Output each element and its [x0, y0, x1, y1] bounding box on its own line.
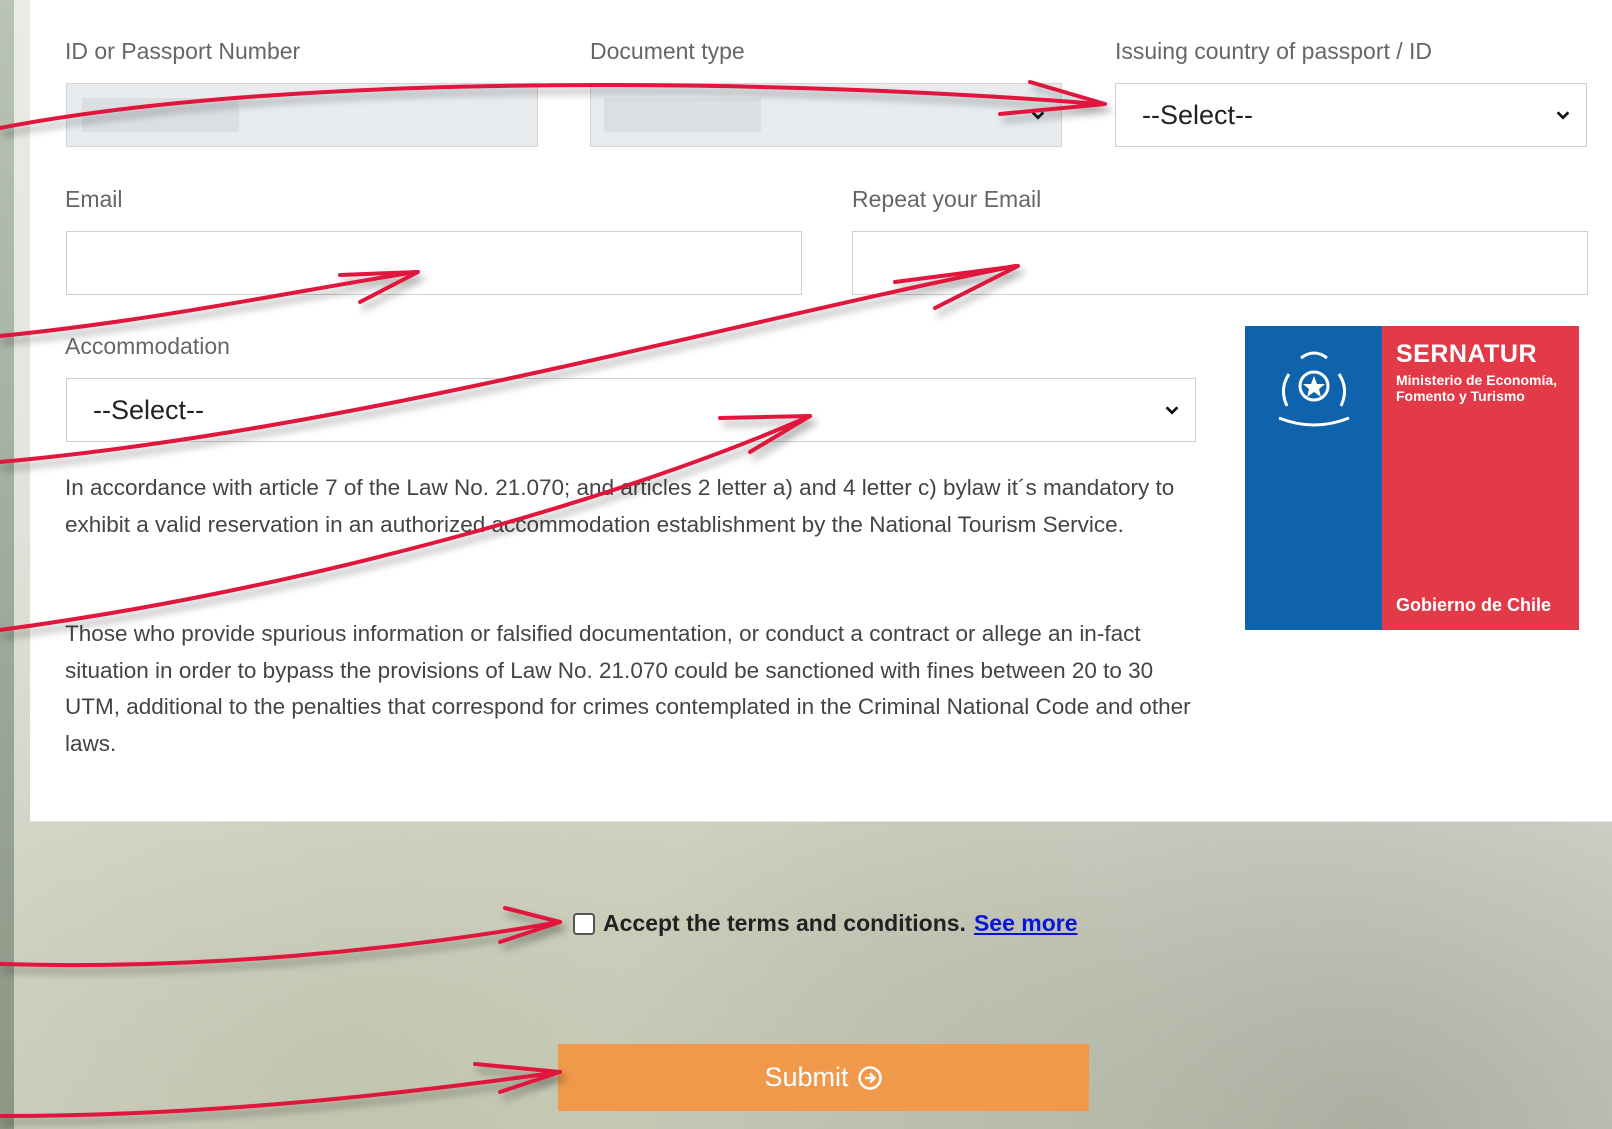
arrow-to-checkbox: [0, 920, 562, 968]
arrow-to-submit: [0, 1070, 562, 1118]
coat-of-arms-icon: [1278, 351, 1350, 427]
document-type-label: Document type: [590, 38, 745, 64]
repeat-email-label: Repeat your Email: [852, 186, 1042, 212]
id-number-input[interactable]: [66, 83, 538, 147]
email-label: Email: [65, 186, 123, 212]
see-more-link[interactable]: See more: [974, 910, 1078, 937]
legal-paragraph-2: Those who provide spurious information o…: [65, 621, 1191, 756]
repeat-email-input[interactable]: [852, 231, 1588, 295]
terms-checkbox[interactable]: [573, 912, 595, 935]
redacted-value: [604, 98, 761, 132]
submit-button[interactable]: Submit: [558, 1044, 1089, 1111]
legal-paragraph-1: In accordance with article 7 of the Law …: [65, 475, 1175, 537]
background-edge: [0, 0, 14, 1129]
document-type-select[interactable]: [590, 83, 1062, 147]
logo-footer: Gobierno de Chile: [1396, 595, 1552, 615]
terms-text: Accept the terms and conditions.: [603, 910, 966, 936]
logo-blue-panel: [1245, 326, 1382, 630]
chevron-down-icon: [1165, 406, 1179, 415]
terms-row: Accept the terms and conditions. See mor…: [573, 910, 1078, 937]
logo-subtitle: Ministerio de Economía, Fomento y Turism…: [1396, 372, 1558, 404]
accommodation-label: Accommodation: [65, 333, 230, 359]
accommodation-select[interactable]: --Select--: [66, 378, 1196, 442]
arrow-right-circle-icon: [857, 1065, 882, 1090]
email-input[interactable]: [66, 231, 802, 295]
chevron-down-icon: [1556, 111, 1570, 120]
redacted-value: [82, 98, 239, 132]
logo-red-panel: SERNATUR Ministerio de Economía, Fomento…: [1382, 326, 1579, 630]
issuing-country-label: Issuing country of passport / ID: [1115, 38, 1433, 64]
submit-label: Submit: [764, 1062, 849, 1092]
issuing-country-value: --Select--: [1142, 99, 1254, 130]
id-number-label: ID or Passport Number: [65, 38, 301, 64]
sernatur-logo: SERNATUR Ministerio de Economía, Fomento…: [1245, 326, 1579, 630]
accommodation-value: --Select--: [93, 394, 205, 425]
issuing-country-select[interactable]: --Select--: [1115, 83, 1587, 147]
logo-title: SERNATUR: [1396, 340, 1538, 368]
chevron-down-icon: [1031, 111, 1045, 120]
